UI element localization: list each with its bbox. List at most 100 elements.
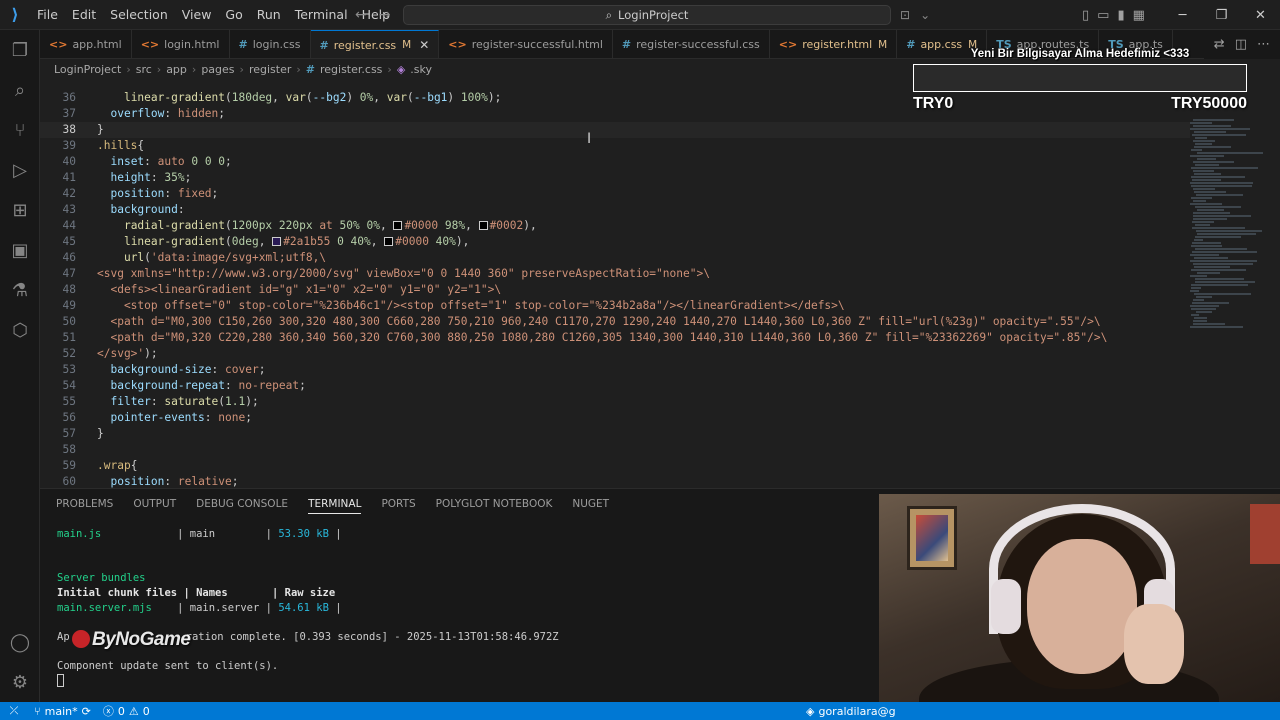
source-control-icon[interactable]: ⑂ xyxy=(0,110,40,150)
code-line[interactable]: 38} xyxy=(40,122,1190,138)
minimap-line xyxy=(1194,317,1207,319)
extensions-icon[interactable]: ⊞ xyxy=(0,190,40,230)
code-token: cover xyxy=(225,363,259,376)
command-center[interactable]: ⌕ LoginProject xyxy=(403,5,891,25)
color-swatch-icon[interactable] xyxy=(478,221,488,230)
code-line[interactable]: 55 filter: saturate(1.1); xyxy=(40,394,1190,410)
tab-login-html[interactable]: <> login.html xyxy=(131,30,230,58)
problems-indicator[interactable]: ⓧ 0 ⚠ 0 xyxy=(97,703,156,719)
code-line[interactable]: 45 linear-gradient(0deg, #2a1b55 0 40%, … xyxy=(40,234,1190,250)
color-swatch-icon[interactable] xyxy=(272,237,282,246)
terminal-prompt[interactable] xyxy=(57,674,64,689)
code-line[interactable]: 41 height: 35%; xyxy=(40,170,1190,186)
menu-run[interactable]: Run xyxy=(250,0,288,30)
vscode-logo-icon[interactable]: ⟩ xyxy=(0,0,30,30)
restore-icon[interactable]: ❐ xyxy=(1202,0,1241,30)
panel-tabs: PROBLEMS OUTPUT DEBUG CONSOLE TERMINAL P… xyxy=(40,489,609,519)
color-swatch-icon[interactable] xyxy=(384,237,394,246)
tab-output[interactable]: OUTPUT xyxy=(133,498,176,510)
minimize-icon[interactable]: ─ xyxy=(1163,0,1202,30)
branch-indicator[interactable]: ⑂ main* ⟳ xyxy=(28,705,97,718)
menu-edit[interactable]: Edit xyxy=(65,0,103,30)
code-line[interactable]: 56 pointer-events: none; xyxy=(40,410,1190,426)
explorer-icon[interactable]: ❐ xyxy=(0,30,40,70)
code-line[interactable]: 60 position: relative; xyxy=(40,474,1190,488)
toggle-panel-icon[interactable]: ▭ xyxy=(1097,8,1109,23)
tab-problems[interactable]: PROBLEMS xyxy=(56,498,113,510)
copilot-icon[interactable]: ⊡ xyxy=(900,8,910,22)
more-actions-icon[interactable]: ⋯ xyxy=(1257,37,1270,52)
tab-register-css[interactable]: # register.css M ✕ xyxy=(310,30,440,58)
tab-login-css[interactable]: # login.css xyxy=(229,30,311,58)
code-line[interactable]: 46 url('data:image/svg+xml;utf8,\ xyxy=(40,250,1190,266)
breadcrumb-item[interactable]: LoginProject xyxy=(54,63,121,76)
code-line[interactable]: 43 background: xyxy=(40,202,1190,218)
tab-debug-console[interactable]: DEBUG CONSOLE xyxy=(196,498,288,510)
color-swatch-icon[interactable] xyxy=(393,221,403,230)
breadcrumb-item[interactable]: src xyxy=(136,63,152,76)
breadcrumb-item[interactable]: .sky xyxy=(410,63,432,76)
code-line[interactable]: 49 <stop offset="0" stop-color="%236b46c… xyxy=(40,298,1190,314)
containers-icon[interactable]: ⬡ xyxy=(0,310,40,350)
search-icon[interactable]: ⌕ xyxy=(0,70,40,110)
minimap[interactable] xyxy=(1190,79,1280,488)
code-editor[interactable]: 60 position: relative; 59 .wrap{58 57} 56 po… xyxy=(40,79,1280,488)
close-tab-icon[interactable]: ✕ xyxy=(419,38,429,52)
column-header: Initial chunk files xyxy=(57,587,178,599)
remote-explorer-icon[interactable]: ▣ xyxy=(0,230,40,270)
breadcrumb-item[interactable]: pages xyxy=(201,63,234,76)
code-token: <svg xmlns="http://www.w3.org/2000/svg" … xyxy=(97,267,710,280)
menu-view[interactable]: View xyxy=(175,0,219,30)
toggle-secondary-sidebar-icon[interactable]: ▮ xyxy=(1117,8,1124,23)
code-line[interactable]: 39 .hills{ xyxy=(40,138,1190,154)
code-line[interactable]: 58 xyxy=(40,442,1190,458)
close-window-icon[interactable]: ✕ xyxy=(1241,0,1280,30)
toggle-primary-sidebar-icon[interactable]: ▯ xyxy=(1082,8,1089,23)
gear-icon[interactable]: ⚙ xyxy=(0,662,40,702)
code-line[interactable]: 57} xyxy=(40,426,1190,442)
code-line[interactable]: 40 inset: auto 0 0 0; xyxy=(40,154,1190,170)
customize-layout-icon[interactable]: ▦ xyxy=(1133,8,1145,23)
run-debug-icon[interactable]: ▷ xyxy=(0,150,40,190)
tab-register-successful-html[interactable]: <> register-successful.html xyxy=(439,30,613,58)
code-line[interactable]: 51 <path d="M0,320 C220,280 360,340 560,… xyxy=(40,330,1190,346)
tab-register-html[interactable]: <> register.html M xyxy=(769,30,898,58)
code-token: ), xyxy=(523,219,537,232)
breadcrumb-item[interactable]: register.css xyxy=(320,63,382,76)
code-line[interactable]: 54 background-repeat: no-repeat; xyxy=(40,378,1190,394)
breadcrumb-item[interactable]: app xyxy=(166,63,187,76)
tab-app-html[interactable]: <> app.html xyxy=(40,30,132,58)
modified-badge: M xyxy=(402,39,412,51)
code-text: } xyxy=(97,122,104,138)
account-indicator[interactable]: ◈ goraldilara@g xyxy=(800,705,902,718)
code-token: { xyxy=(137,139,145,152)
code-line[interactable]: 48 <defs><linearGradient id="g" x1="0" x… xyxy=(40,282,1190,298)
code-line[interactable]: 53 background-size: cover; xyxy=(40,362,1190,378)
account-icon[interactable]: ◯ xyxy=(0,622,40,662)
line-number: 39 xyxy=(62,139,76,152)
code-line[interactable]: 59 .wrap{ xyxy=(40,458,1190,474)
copilot-area: ⊡ ⌄ xyxy=(900,0,930,30)
menu-terminal[interactable]: Terminal xyxy=(288,0,355,30)
chevron-down-icon[interactable]: ⌄ xyxy=(920,8,930,22)
tab-ports[interactable]: PORTS xyxy=(381,498,415,510)
menu-selection[interactable]: Selection xyxy=(103,0,175,30)
testing-icon[interactable]: ⚗ xyxy=(0,270,40,310)
tab-polyglot-notebook[interactable]: POLYGLOT NOTEBOOK xyxy=(436,498,553,510)
tab-nuget[interactable]: NUGET xyxy=(572,498,609,510)
remote-indicator-icon[interactable]: ⤫ xyxy=(0,702,28,720)
code-token: <path d="M0,300 C150,260 300,320 480,300… xyxy=(97,315,1101,328)
code-line[interactable]: 52 </svg>'); xyxy=(40,346,1190,362)
forward-arrow-icon[interactable]: → xyxy=(379,7,391,23)
code-line[interactable]: 50 <path d="M0,300 C150,260 300,320 480,… xyxy=(40,314,1190,330)
code-line[interactable]: 42 position: fixed; xyxy=(40,186,1190,202)
code-token: filter xyxy=(110,395,151,408)
code-line[interactable]: 44 radial-gradient(1200px 220px at 50% 0… xyxy=(40,218,1190,234)
code-line[interactable]: 47 <svg xmlns="http://www.w3.org/2000/svg… xyxy=(40,266,1190,282)
tab-terminal[interactable]: TERMINAL xyxy=(308,498,362,514)
menu-go[interactable]: Go xyxy=(218,0,249,30)
tab-register-successful-css[interactable]: # register-successful.css xyxy=(612,30,770,58)
menu-file[interactable]: File xyxy=(30,0,65,30)
breadcrumb-item[interactable]: register xyxy=(249,63,291,76)
back-arrow-icon[interactable]: ← xyxy=(355,7,367,23)
